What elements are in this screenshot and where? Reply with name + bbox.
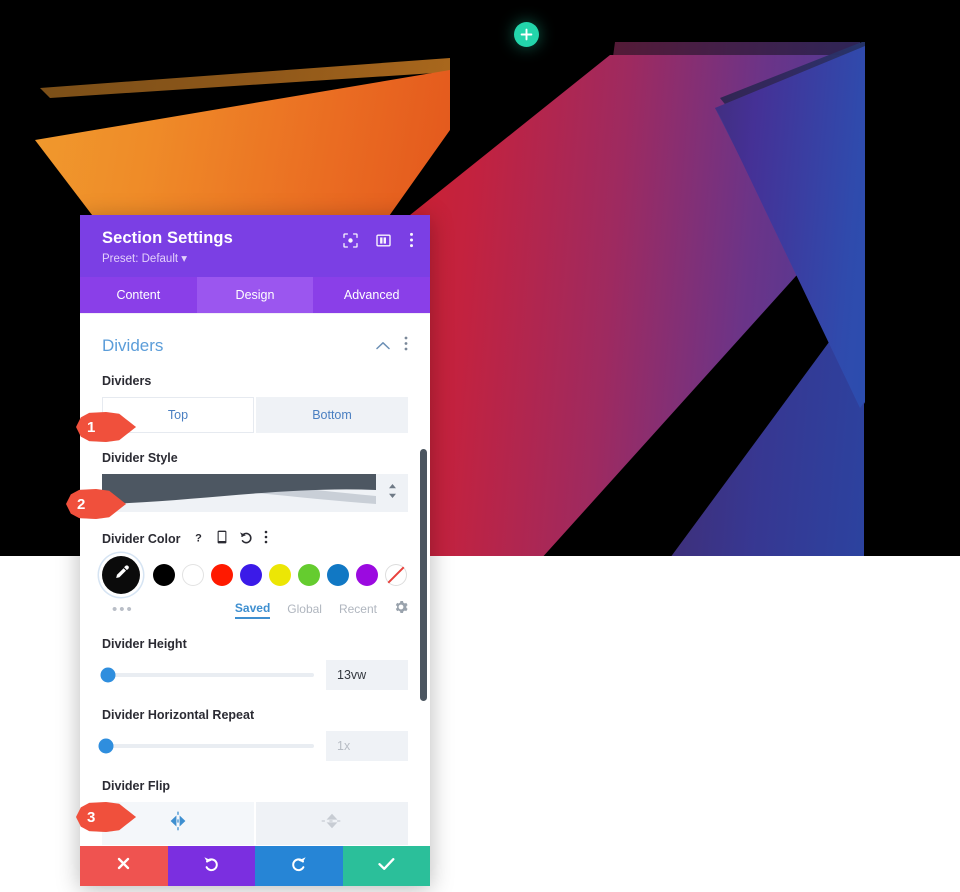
field-divider-height: Divider Height 13vw (100, 637, 408, 690)
layout-columns-icon[interactable] (376, 233, 391, 253)
preset-selector[interactable]: Preset: Default ▾ (102, 251, 412, 265)
dividers-label: Dividers (102, 374, 152, 388)
close-x-icon (116, 856, 131, 876)
section-settings-panel: Section Settings Preset: Default ▾ Conte… (80, 215, 430, 886)
section-more-vertical-icon[interactable] (404, 336, 408, 356)
flip-vertical-icon (321, 811, 343, 836)
screenshot-root: Section Settings Preset: Default ▾ Conte… (0, 0, 960, 892)
save-button[interactable] (342, 846, 430, 886)
focus-target-icon[interactable] (343, 232, 358, 253)
divider-style-label: Divider Style (102, 451, 178, 465)
eyedropper-icon (113, 564, 130, 586)
divider-horizontal-repeat-slider-knob[interactable] (98, 738, 114, 754)
reset-undo-icon[interactable] (239, 530, 253, 547)
stepper-updown-icon (388, 483, 397, 504)
field-dividers: Dividers Top Bottom (102, 374, 408, 433)
gear-icon[interactable] (394, 600, 408, 619)
undo-icon (203, 855, 220, 877)
swatch-transparent[interactable] (385, 564, 407, 586)
divider-flip-label: Divider Flip (102, 779, 171, 793)
tab-advanced[interactable]: Advanced (313, 277, 430, 313)
field-divider-style: Divider Style (102, 451, 408, 512)
panel-scrollbar-thumb[interactable] (420, 449, 427, 701)
panel-header-icons (343, 232, 414, 253)
swatch-green[interactable] (298, 564, 320, 586)
plus-icon (520, 28, 533, 41)
divider-horizontal-repeat-value[interactable]: 1x (326, 731, 408, 761)
panel-body: Dividers Dividers Top Bottom Divider Sty… (80, 313, 430, 846)
divider-horizontal-repeat-slider[interactable] (98, 738, 314, 754)
divider-height-label: Divider Height (102, 637, 187, 651)
dividers-section-header: Dividers (102, 336, 408, 356)
swatch-white[interactable] (182, 564, 204, 586)
more-vertical-icon[interactable] (409, 232, 414, 253)
field-divider-horizontal-repeat: Divider Horizontal Repeat 1x (98, 708, 408, 761)
divider-color-label-text: Divider Color (102, 531, 181, 546)
panel-footer (80, 846, 430, 886)
field-divider-color: Divider Color ? ••• Saved Global Recent (102, 530, 408, 619)
checkmark-icon (378, 857, 395, 876)
more-colors-button[interactable]: ••• (102, 601, 134, 618)
divider-height-slider-knob[interactable] (100, 667, 116, 683)
color-more-vertical-icon[interactable] (264, 530, 268, 547)
dividers-bottom-toggle[interactable]: Bottom (256, 397, 408, 433)
responsive-mobile-icon[interactable] (216, 530, 228, 547)
color-swatch-row (102, 556, 408, 594)
help-icon[interactable]: ? (192, 531, 205, 547)
flip-horizontal-icon (167, 811, 189, 836)
field-divider-flip: Divider Flip (102, 779, 408, 845)
panel-header: Section Settings Preset: Default ▾ (80, 215, 430, 277)
palette-footer: ••• Saved Global Recent (102, 600, 408, 619)
swatch-blue-violet[interactable] (240, 564, 262, 586)
divider-height-value[interactable]: 13vw (326, 660, 408, 690)
swatch-steel-blue[interactable] (327, 564, 349, 586)
cancel-button[interactable] (80, 846, 168, 886)
section-title: Dividers (102, 336, 164, 355)
swatch-yellow[interactable] (269, 564, 291, 586)
divider-color-label: Divider Color ? (102, 530, 408, 547)
eyedropper-picker-button[interactable] (102, 556, 140, 594)
divider-flip-vertical[interactable] (256, 802, 408, 845)
tab-content[interactable]: Content (80, 277, 197, 313)
divider-style-stepper[interactable] (376, 474, 408, 512)
divider-horizontal-repeat-label: Divider Horizontal Repeat (102, 708, 255, 722)
add-section-button[interactable] (514, 22, 539, 47)
redo-icon (290, 855, 307, 877)
chevron-up-icon[interactable] (376, 337, 390, 355)
tab-design[interactable]: Design (196, 277, 314, 313)
swatch-red[interactable] (211, 564, 233, 586)
panel-tabs: Content Design Advanced (80, 277, 430, 313)
undo-button[interactable] (167, 846, 255, 886)
divider-flip-group (102, 802, 408, 845)
swatch-purple[interactable] (356, 564, 378, 586)
palette-tab-global[interactable]: Global (287, 602, 322, 618)
divider-style-preview (102, 474, 376, 512)
palette-tab-saved[interactable]: Saved (234, 601, 271, 619)
dividers-toggle-group: Top Bottom (102, 397, 408, 433)
svg-text:?: ? (195, 532, 202, 544)
palette-tab-recent[interactable]: Recent (339, 602, 377, 618)
swatch-black[interactable] (153, 564, 175, 586)
divider-style-select[interactable] (102, 474, 408, 512)
redo-button[interactable] (255, 846, 343, 886)
divider-height-slider[interactable] (100, 667, 314, 683)
